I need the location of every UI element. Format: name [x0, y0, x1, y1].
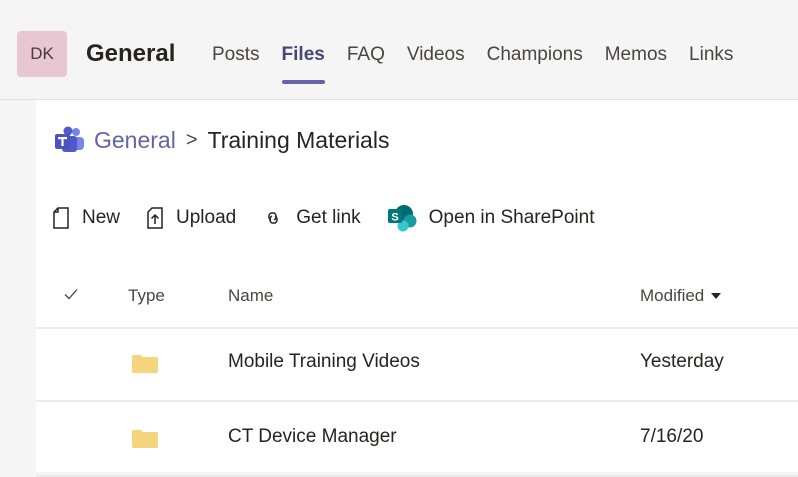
link-icon — [268, 212, 279, 224]
breadcrumb-separator: > — [185, 128, 198, 151]
modified-date: 7/16/20 — [640, 426, 704, 447]
avatar[interactable]: DK — [17, 31, 67, 77]
folder-icon — [132, 430, 158, 448]
tab-videos[interactable]: Videos — [407, 44, 465, 66]
column-header-name[interactable]: Name — [228, 286, 273, 306]
folder-icon — [132, 355, 158, 373]
new-label: New — [82, 207, 121, 228]
select-all-checkbox[interactable] — [64, 286, 78, 306]
column-header-modified[interactable]: Modified — [640, 286, 722, 306]
column-header-type[interactable]: Type — [128, 286, 165, 306]
sort-descending-icon — [711, 293, 722, 299]
checkmark-icon — [64, 289, 78, 300]
files-toolbar: New Upload Get link S Open in SharePoint — [52, 204, 621, 232]
column-header-modified-label: Modified — [640, 286, 705, 305]
modified-date: Yesterday — [640, 351, 724, 372]
file-name[interactable]: CT Device Manager — [228, 426, 397, 448]
files-pane: General > Training Materials New Upload … — [36, 100, 798, 477]
breadcrumb-root-link[interactable]: General — [94, 127, 176, 154]
tab-posts[interactable]: Posts — [212, 44, 260, 66]
new-button[interactable]: New — [52, 207, 120, 229]
breadcrumb: General > Training Materials — [54, 126, 389, 154]
tab-champions[interactable]: Champions — [487, 44, 583, 66]
svg-text:S: S — [391, 212, 398, 224]
upload-icon — [147, 207, 163, 229]
avatar-initials: DK — [30, 44, 54, 63]
breadcrumb-current: Training Materials — [207, 126, 390, 153]
get-link-button[interactable]: Get link — [262, 207, 361, 229]
tab-memos[interactable]: Memos — [605, 44, 667, 66]
sharepoint-label: Open in SharePoint — [428, 207, 595, 228]
tab-bar: Posts Files FAQ Videos Champions Memos L… — [212, 44, 755, 84]
sharepoint-icon: S — [387, 205, 417, 232]
upload-button[interactable]: Upload — [146, 207, 236, 229]
teams-icon — [55, 126, 84, 152]
table-row[interactable]: Mobile Training Videos Yesterday — [36, 327, 798, 402]
table-header: Type Name Modified — [36, 270, 798, 329]
table-row[interactable]: CT Device Manager 7/16/20 — [36, 402, 798, 477]
file-name[interactable]: Mobile Training Videos — [228, 351, 420, 373]
new-file-icon — [53, 207, 69, 229]
get-link-label: Get link — [296, 207, 361, 228]
upload-label: Upload — [176, 207, 237, 228]
open-in-sharepoint-button[interactable]: S Open in SharePoint — [387, 204, 595, 232]
channel-header: DK General Posts Files FAQ Videos Champi… — [0, 0, 798, 100]
channel-title: General — [86, 40, 176, 67]
tab-files[interactable]: Files — [281, 44, 326, 84]
tab-faq[interactable]: FAQ — [347, 44, 385, 66]
tab-links[interactable]: Links — [689, 44, 733, 66]
